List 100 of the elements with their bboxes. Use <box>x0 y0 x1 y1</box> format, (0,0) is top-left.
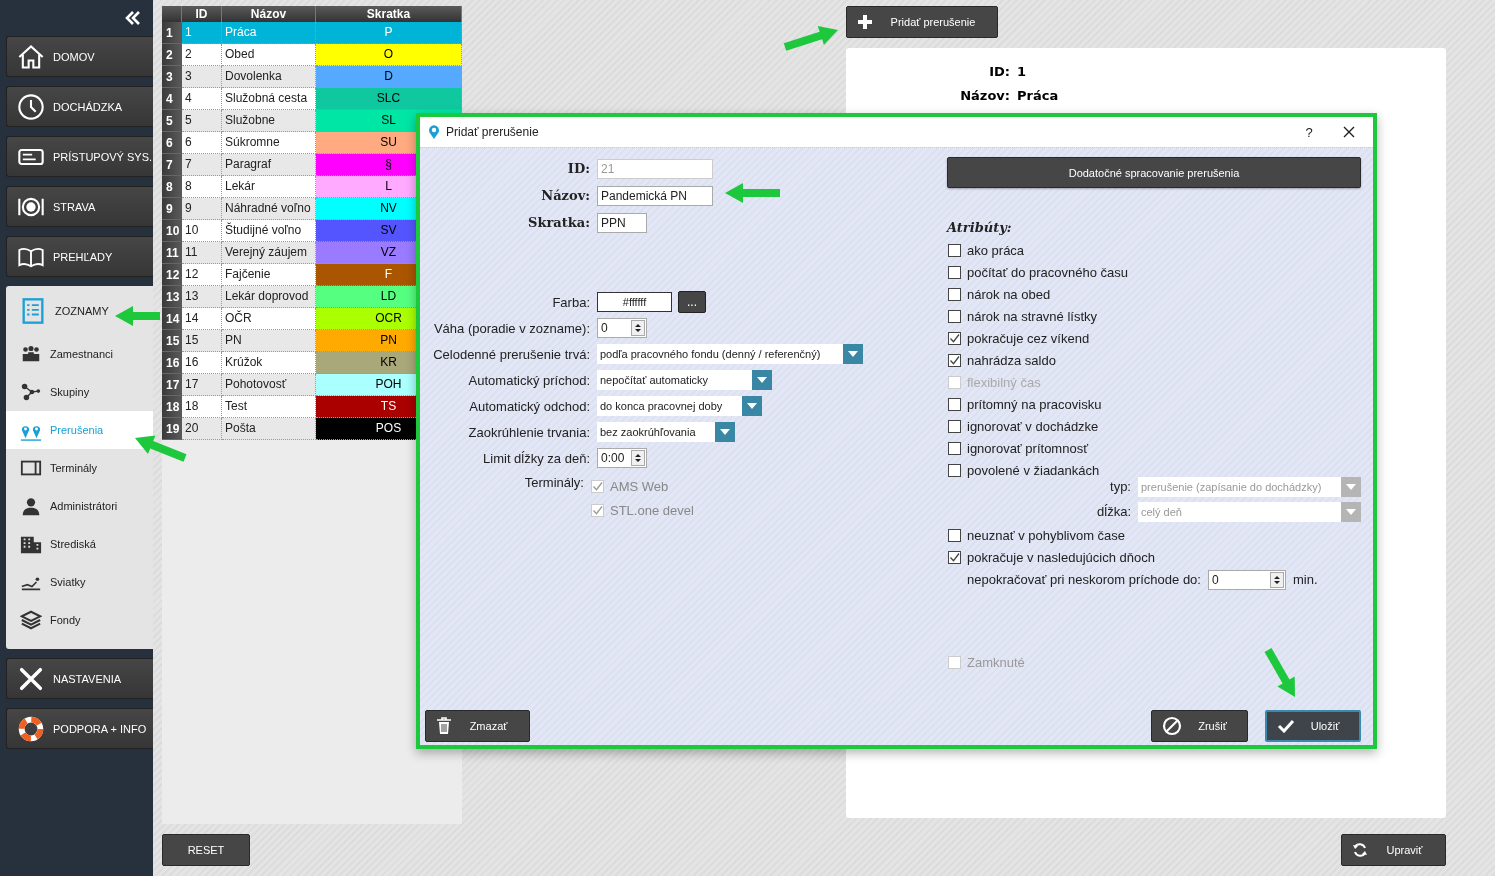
spin-arrows-icon[interactable] <box>631 450 645 466</box>
checkbox-label: flexibilný čas <box>967 374 1041 390</box>
table-cell: Služobná cesta <box>222 88 316 110</box>
sidebar-subitem[interactable]: Zamestnanci <box>6 335 153 373</box>
checkbox[interactable] <box>948 397 961 411</box>
checkbox-label: pokračuje cez víkend <box>967 330 1090 346</box>
checkbox[interactable] <box>948 528 961 542</box>
add-button[interactable]: Pridať prerušenie <box>846 6 998 38</box>
number-field[interactable]: 0 <box>1207 569 1286 590</box>
table-cell: Služobne <box>222 110 316 132</box>
field-label: nepokračovať pri neskorom príchode do: <box>967 572 1201 587</box>
clock-icon <box>17 92 45 121</box>
table-cell: 8 <box>182 176 222 198</box>
sidebar-item[interactable]: NASTAVENIA <box>6 658 153 699</box>
header-corner <box>162 6 182 22</box>
checkbox-label: nahrádza saldo <box>967 352 1056 368</box>
table-cell: Krúžok <box>222 352 316 374</box>
chevron-left-icon[interactable] <box>125 10 141 26</box>
sidebar-item[interactable]: ZOZNAMY <box>6 286 153 335</box>
color-cell: SLC <box>316 88 462 110</box>
table-cell: Lekár doprovod <box>222 286 316 308</box>
sidebar-subitem[interactable]: Skupiny <box>6 373 153 411</box>
table-cell: OČR <box>222 308 316 330</box>
checkbox[interactable] <box>948 243 961 257</box>
table-cell: 4 <box>182 88 222 110</box>
checkbox-label: ignorovať v dochádzke <box>967 418 1099 434</box>
checkbox[interactable] <box>948 309 961 323</box>
text-field[interactable]: PPN <box>597 212 647 233</box>
field-label: typ: <box>1110 479 1131 494</box>
checkbox-label: STL.one devel <box>610 502 694 518</box>
help-button[interactable]: ? <box>1299 124 1319 140</box>
sidebar-item[interactable]: PREHĽADY <box>6 236 153 277</box>
sidebar-subitem[interactable]: Administrátori <box>6 487 153 525</box>
checkbox-label: ignorovať prítomnosť <box>967 440 1089 456</box>
field-label: Názov: <box>540 188 590 203</box>
sidebar-subitem[interactable]: Terminály <box>6 449 153 487</box>
field-label: Názov: <box>959 87 1010 105</box>
checkbox[interactable] <box>948 287 961 301</box>
dropdown[interactable]: podľa pracovného fondu (denný / referenčný) <box>597 344 863 364</box>
table-cell: Verejný záujem <box>222 242 316 264</box>
field-label: Automatický príchod: <box>467 372 590 388</box>
spin-arrows-icon[interactable] <box>1269 571 1284 588</box>
spin-arrows-icon[interactable] <box>631 320 645 336</box>
number-field[interactable]: 0 <box>597 318 647 338</box>
table-cell: 7 <box>182 154 222 176</box>
column-header: Skratka <box>316 6 462 22</box>
caret-icon <box>843 344 863 364</box>
cancel-button[interactable]: Zrušiť <box>1151 710 1248 742</box>
sidebar-subitem[interactable]: Fondy <box>6 601 153 639</box>
table-row[interactable]: 2 Obed O <box>182 44 462 66</box>
color-picker-button[interactable]: ... <box>678 291 706 313</box>
row-number: 4 <box>162 88 182 110</box>
table-cell: Náhradné voľno <box>222 198 316 220</box>
lifebuoy-icon <box>17 714 45 743</box>
sidebar-subitem[interactable]: Sviatky <box>6 563 153 601</box>
refresh-icon <box>1352 842 1368 858</box>
sidebar-item[interactable]: PODPORA + INFO <box>6 708 153 749</box>
save-button[interactable]: Uložiť <box>1265 710 1361 742</box>
checkbox[interactable] <box>948 419 961 433</box>
table-cell: Lekár <box>222 176 316 198</box>
row-number: 19 <box>162 418 182 440</box>
table-row[interactable]: 4 Služobná cesta SLC <box>182 88 462 110</box>
text-field[interactable]: Pandemická PN <box>597 185 713 206</box>
sidebar-item[interactable]: PRÍSTUPOVÝ SYS. <box>6 136 153 177</box>
table-cell: Obed <box>222 44 316 66</box>
layers-icon <box>20 609 42 631</box>
table-cell: 10 <box>182 220 222 242</box>
color-field[interactable]: #ffffff <box>597 292 672 312</box>
annotation-arrow <box>725 183 780 203</box>
reset-button[interactable]: RESET <box>162 834 250 866</box>
checkbox-label: povolené v žiadankách <box>967 462 1100 478</box>
number-field[interactable]: 0:00 <box>597 448 647 468</box>
checkbox[interactable] <box>948 463 961 477</box>
table-cell: 20 <box>182 418 222 440</box>
checkbox-label: AMS Web <box>610 478 669 494</box>
checkbox-label: ako práca <box>967 242 1025 258</box>
checkbox[interactable] <box>948 550 961 564</box>
dropdown[interactable]: bez zaokrúhľovania <box>597 422 735 442</box>
checkbox[interactable] <box>948 441 961 455</box>
edit-button[interactable]: Upraviť <box>1341 834 1446 866</box>
annotation-arrow <box>783 26 838 51</box>
processing-button[interactable]: Dodatočné spracovanie prerušenia <box>947 157 1361 188</box>
sidebar-item[interactable]: DOMOV <box>6 36 153 77</box>
table-cell: 17 <box>182 374 222 396</box>
sidebar-subitem[interactable]: Strediská <box>6 525 153 563</box>
delete-button[interactable]: Zmazať <box>425 710 530 742</box>
table-cell: 3 <box>182 66 222 88</box>
checkbox[interactable] <box>948 331 961 345</box>
checkbox[interactable] <box>948 265 961 279</box>
sidebar-item[interactable]: DOCHÁDZKA <box>6 86 153 127</box>
table-row[interactable]: 3 Dovolenka D <box>182 66 462 88</box>
checkbox-label: počítať do pracovného času <box>967 264 1128 280</box>
nodes-icon <box>20 381 42 403</box>
dropdown[interactable]: do konca pracovnej doby <box>597 396 762 416</box>
checkbox[interactable] <box>948 353 961 367</box>
table-cell: 15 <box>182 330 222 352</box>
table-cell: 2 <box>182 44 222 66</box>
sidebar-item[interactable]: STRAVA <box>6 186 153 227</box>
dropdown[interactable]: nepočítať automaticky <box>597 370 772 390</box>
close-icon[interactable] <box>1343 126 1355 138</box>
